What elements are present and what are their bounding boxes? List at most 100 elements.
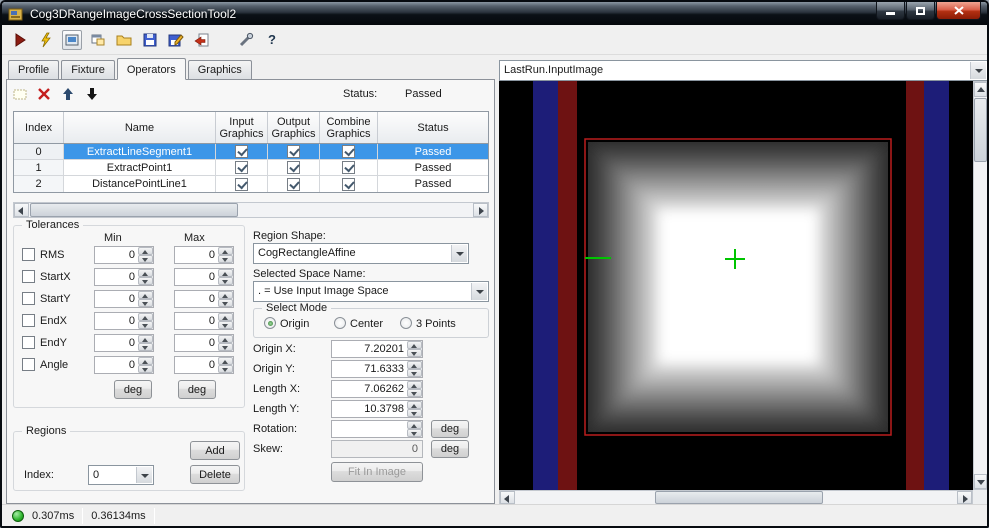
region-index-dropdown[interactable]: 0 xyxy=(88,465,154,485)
tolerance-endy-max-updown[interactable]: 0 xyxy=(174,334,234,352)
scroll-down-button[interactable] xyxy=(974,474,987,489)
minimize-button[interactable] xyxy=(876,2,905,20)
float-window-button[interactable] xyxy=(88,30,108,50)
spin-down-button[interactable] xyxy=(138,321,153,329)
spin-up-button[interactable] xyxy=(407,341,422,349)
run-once-button[interactable] xyxy=(36,30,56,50)
add-operator-button[interactable] xyxy=(11,85,29,103)
column-header-combine-graphics[interactable]: Combine Graphics xyxy=(320,112,378,143)
spin-down-button[interactable] xyxy=(218,365,233,373)
scroll-up-button[interactable] xyxy=(974,82,987,97)
spin-down-button[interactable] xyxy=(407,369,422,377)
operator-name-cell[interactable]: DistancePointLine1 xyxy=(64,176,216,192)
spin-down-button[interactable] xyxy=(407,349,422,357)
value[interactable]: 0 xyxy=(175,313,218,329)
scroll-left-button[interactable] xyxy=(14,203,29,217)
origin-y-value[interactable]: 71.6333 xyxy=(332,361,407,377)
tolerance-starty-max-updown[interactable]: 0 xyxy=(174,290,234,308)
move-up-button[interactable] xyxy=(59,85,77,103)
column-header-input-graphics[interactable]: Input Graphics xyxy=(216,112,268,143)
rotation-value[interactable] xyxy=(332,421,407,437)
image-vertical-scrollbar[interactable] xyxy=(973,81,987,490)
tolerance-startx-max-updown[interactable]: 0 xyxy=(174,268,234,286)
column-header-output-graphics[interactable]: Output Graphics xyxy=(268,112,320,143)
tab-fixture[interactable]: Fixture xyxy=(61,60,115,79)
spin-up-button[interactable] xyxy=(218,269,233,277)
origin-x-updown[interactable]: 7.20201 xyxy=(331,340,423,358)
output-graphics-checkbox[interactable] xyxy=(287,161,300,174)
tolerance-angle-checkbox[interactable] xyxy=(22,358,35,371)
mode-origin-label[interactable]: Origin xyxy=(280,318,309,330)
tolerance-angle-min-updown[interactable]: 0 xyxy=(94,356,154,374)
scrollbar-thumb[interactable] xyxy=(655,491,823,504)
mode-origin-radio[interactable] xyxy=(264,317,276,329)
combine-graphics-checkbox[interactable] xyxy=(342,161,355,174)
tolerance-starty-checkbox[interactable] xyxy=(22,292,35,305)
spin-up-button[interactable] xyxy=(138,291,153,299)
origin-y-updown[interactable]: 71.6333 xyxy=(331,360,423,378)
value[interactable]: 0 xyxy=(175,291,218,307)
length-x-updown[interactable]: 7.06262 xyxy=(331,380,423,398)
operator-name-cell[interactable]: ExtractLineSegment1 xyxy=(64,144,216,159)
space-name-dropdown[interactable]: . = Use Input Image Space xyxy=(253,281,489,302)
tolerance-startx-checkbox[interactable] xyxy=(22,270,35,283)
tolerance-endx-max-updown[interactable]: 0 xyxy=(174,312,234,330)
show-input-image-toggle[interactable] xyxy=(62,29,82,50)
run-button[interactable] xyxy=(10,30,30,50)
image-horizontal-scrollbar[interactable] xyxy=(499,490,973,505)
close-button[interactable] xyxy=(936,2,981,20)
region-shape-dropdown[interactable]: CogRectangleAffine xyxy=(253,243,469,264)
combine-graphics-checkbox[interactable] xyxy=(342,145,355,158)
operator-row[interactable]: 2 DistancePointLine1 Passed xyxy=(14,176,488,192)
value[interactable]: 0 xyxy=(95,291,138,307)
spin-down-button[interactable] xyxy=(138,255,153,263)
value[interactable]: 0 xyxy=(95,313,138,329)
spin-down-button[interactable] xyxy=(407,389,422,397)
spin-up-button[interactable] xyxy=(138,313,153,321)
calibration-button[interactable] xyxy=(236,30,256,50)
column-header-name[interactable]: Name xyxy=(64,112,216,143)
tolerance-starty-min-updown[interactable]: 0 xyxy=(94,290,154,308)
spin-up-button[interactable] xyxy=(407,361,422,369)
spin-down-button[interactable] xyxy=(407,429,422,437)
title-bar[interactable]: Cog3DRangeImageCrossSectionTool2 xyxy=(2,2,987,25)
tolerance-angle-max-updown[interactable]: 0 xyxy=(174,356,234,374)
combine-graphics-checkbox[interactable] xyxy=(342,177,355,191)
value[interactable]: 0 xyxy=(175,247,218,263)
spin-down-button[interactable] xyxy=(218,277,233,285)
spin-down-button[interactable] xyxy=(407,409,422,417)
spin-down-button[interactable] xyxy=(138,343,153,351)
range-image-viewport[interactable] xyxy=(499,81,973,490)
spin-up-button[interactable] xyxy=(407,381,422,389)
spin-up-button[interactable] xyxy=(138,357,153,365)
open-button[interactable] xyxy=(114,30,134,50)
column-header-index[interactable]: Index xyxy=(14,112,64,143)
spin-up-button[interactable] xyxy=(407,421,422,429)
tolerance-rms-checkbox[interactable] xyxy=(22,248,35,261)
spin-up-button[interactable] xyxy=(218,313,233,321)
tolerance-startx-min-updown[interactable]: 0 xyxy=(94,268,154,286)
image-source-dropdown[interactable]: LastRun.InputImage xyxy=(499,60,987,81)
spin-up-button[interactable] xyxy=(138,335,153,343)
tolerance-rms-min-updown[interactable]: 0 xyxy=(94,246,154,264)
spin-down-button[interactable] xyxy=(218,343,233,351)
dropdown-arrow-icon[interactable] xyxy=(451,245,467,262)
tab-graphics[interactable]: Graphics xyxy=(187,60,252,79)
row-index-cell[interactable]: 2 xyxy=(14,176,64,192)
help-button[interactable]: ? xyxy=(262,30,282,50)
tolerance-endy-min-updown[interactable]: 0 xyxy=(94,334,154,352)
grid-horizontal-scrollbar[interactable] xyxy=(13,202,489,218)
maximize-button[interactable] xyxy=(906,2,935,20)
dropdown-arrow-icon[interactable] xyxy=(136,467,152,483)
mode-3points-radio[interactable] xyxy=(400,317,412,329)
add-region-button[interactable]: Add xyxy=(190,441,240,460)
length-x-value[interactable]: 7.06262 xyxy=(332,381,407,397)
tolerance-rms-max-updown[interactable]: 0 xyxy=(174,246,234,264)
input-graphics-checkbox[interactable] xyxy=(235,145,248,158)
tolerance-endx-checkbox[interactable] xyxy=(22,314,35,327)
spin-up-button[interactable] xyxy=(407,401,422,409)
spin-down-button[interactable] xyxy=(138,299,153,307)
spin-down-button[interactable] xyxy=(218,321,233,329)
row-index-cell[interactable]: 1 xyxy=(14,160,64,175)
input-graphics-checkbox[interactable] xyxy=(235,161,248,174)
